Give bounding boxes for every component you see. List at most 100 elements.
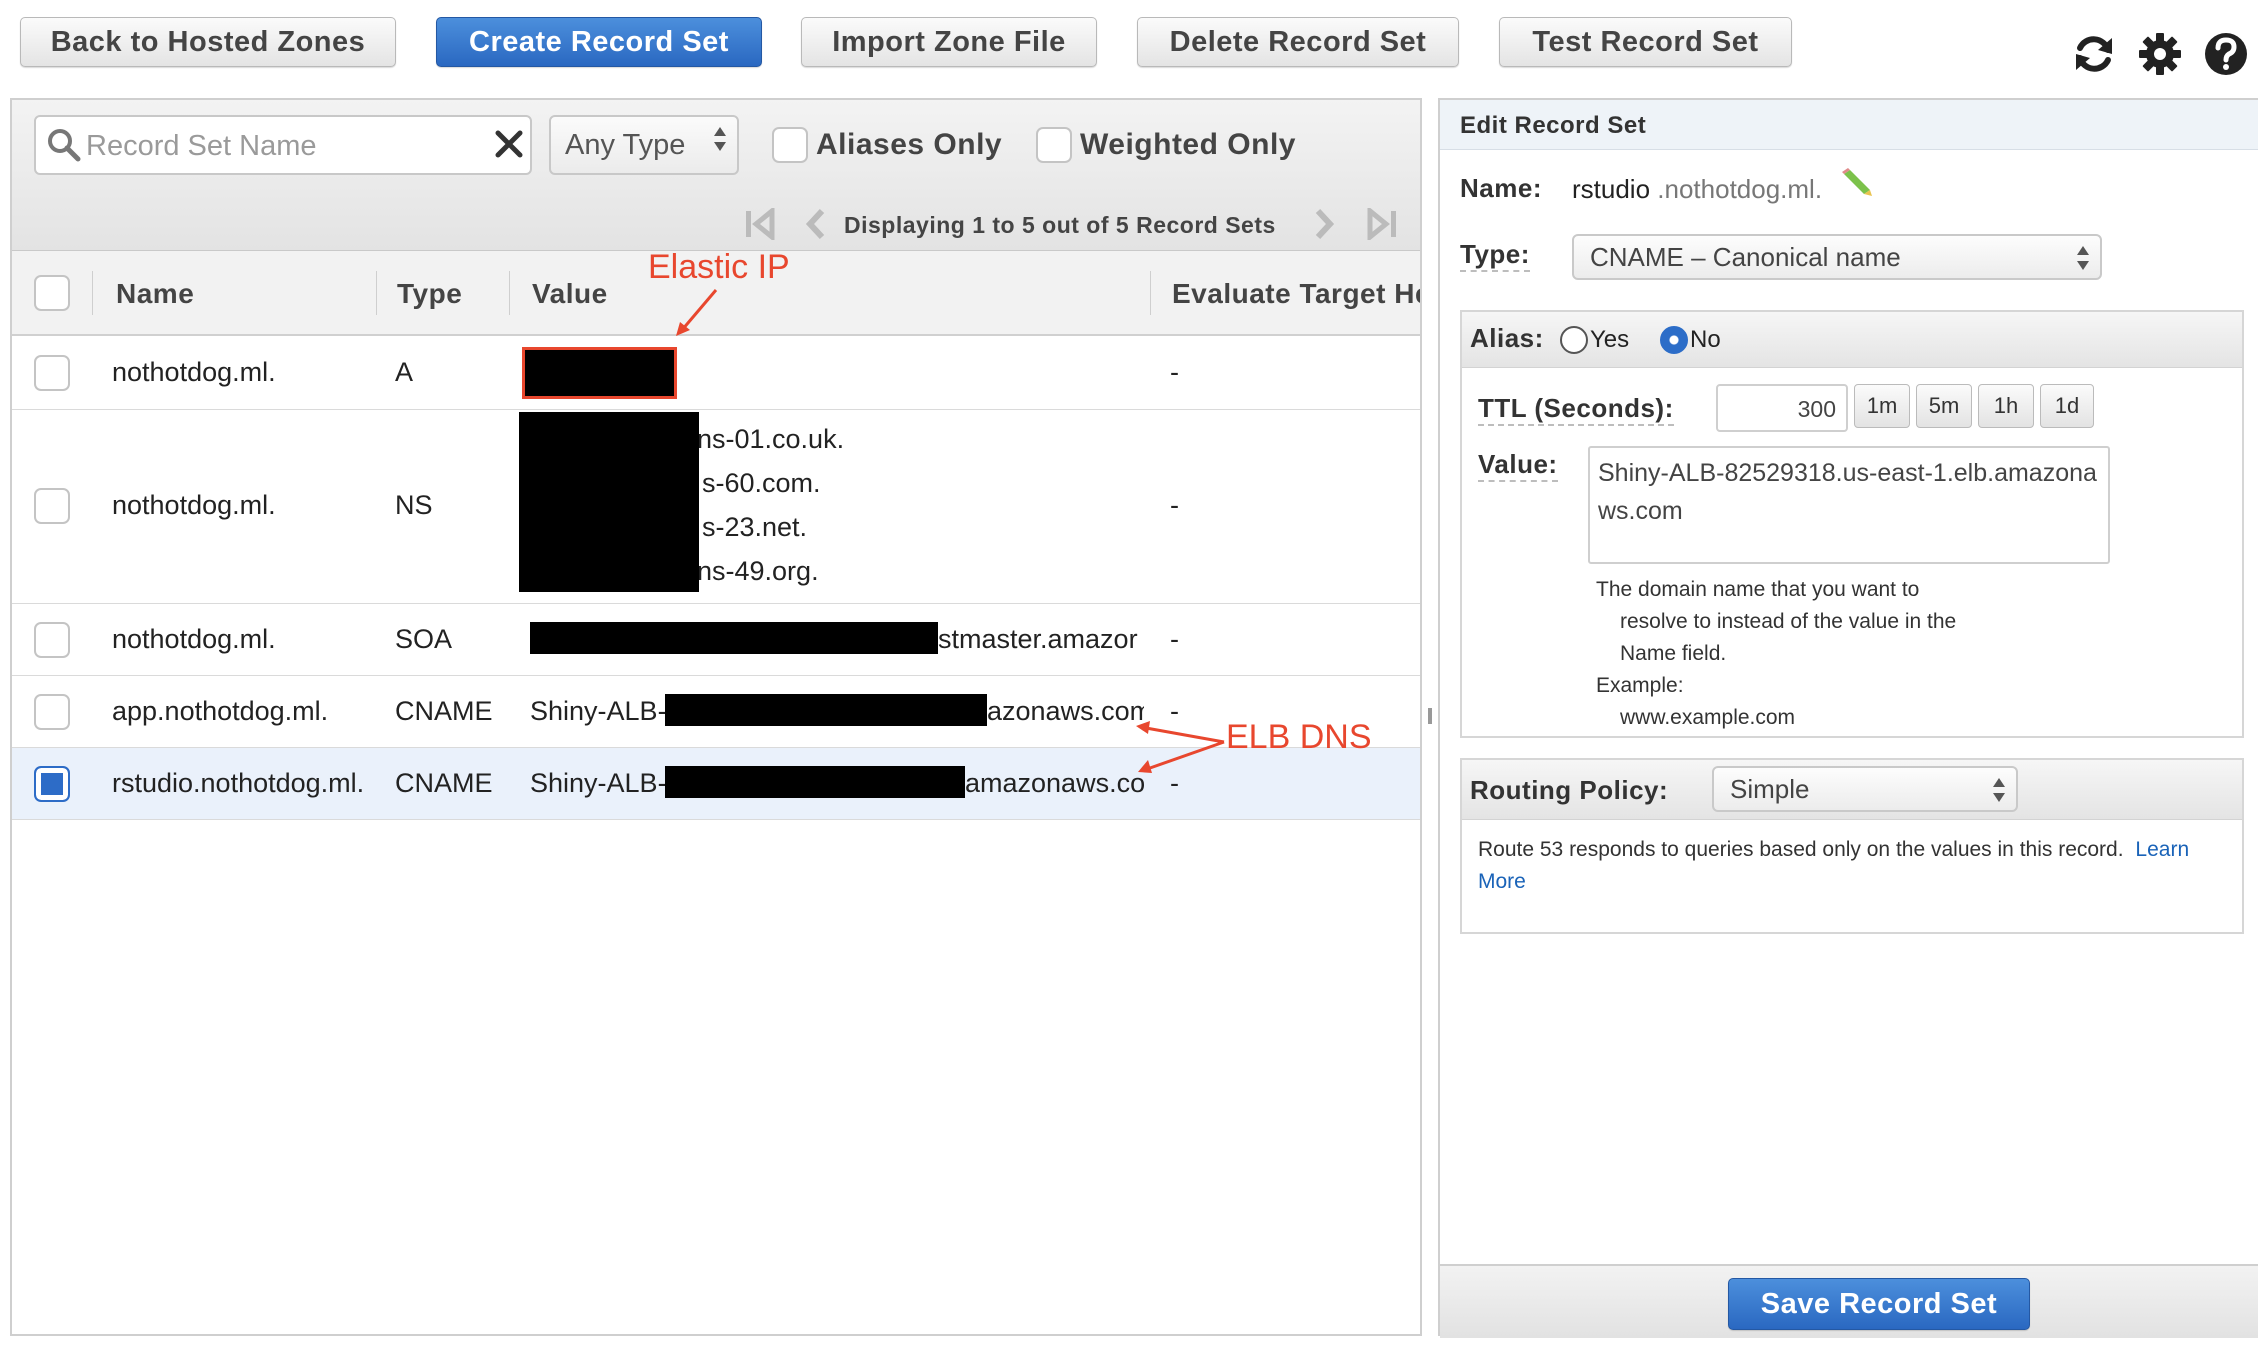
ttl-1h-button[interactable]: 1h — [1978, 384, 2034, 428]
routing-help-text: Route 53 responds to queries based only … — [1478, 838, 2124, 861]
type-select[interactable]: CNAME – Canonical name — [1572, 234, 2102, 280]
search-input[interactable] — [86, 127, 486, 165]
type-filter-value: Any Type — [565, 128, 686, 161]
value-help-line: The domain name that you want to — [1596, 578, 1920, 601]
column-divider — [376, 271, 377, 315]
row-type: NS — [395, 490, 433, 520]
row-type: CNAME — [395, 768, 493, 798]
gear-icon[interactable] — [2136, 30, 2184, 78]
value-textarea[interactable]: Shiny-ALB-82529318.us-east-1.elb.amazona… — [1588, 446, 2110, 564]
table-row[interactable]: nothotdog.ml. NS ns-01.co.uk. s-60.com. … — [12, 410, 1420, 604]
row-value-prefix: Shiny-ALB- — [530, 768, 667, 798]
row-name: nothotdog.ml. — [112, 490, 276, 520]
routing-policy-select[interactable]: Simple — [1712, 766, 2018, 812]
next-page-icon[interactable] — [1312, 208, 1336, 240]
name-label: Name: — [1460, 173, 1542, 203]
routing-help: Route 53 responds to queries based only … — [1478, 834, 2238, 898]
test-record-set-button[interactable]: Test Record Set — [1499, 17, 1792, 67]
row-name: nothotdog.ml. — [112, 357, 276, 387]
ns-value-4: ns-49.org. — [697, 556, 819, 586]
routing-policy-label: Routing Policy: — [1470, 775, 1669, 805]
row-type: SOA — [395, 624, 453, 654]
pager-text: Displaying 1 to 5 out of 5 Record Sets — [844, 212, 1276, 238]
import-zone-file-button[interactable]: Import Zone File — [801, 17, 1097, 67]
routing-policy-head: Routing Policy: Simple — [1462, 760, 2242, 820]
table-row[interactable]: nothotdog.ml. SOA stmaster.amazor - — [12, 604, 1420, 676]
ttl-input[interactable]: 300 — [1716, 384, 1848, 432]
column-divider — [509, 271, 510, 315]
name-value: rstudio .nothotdog.ml. — [1572, 174, 1822, 205]
ttl-1d-button[interactable]: 1d — [2040, 384, 2094, 428]
ttl-1m-button[interactable]: 1m — [1854, 384, 1910, 428]
alias-section-head: Alias: Yes No — [1462, 312, 2242, 368]
alias-yes-label: Yes — [1590, 326, 1630, 353]
column-evaluate-header[interactable]: Evaluate Target He — [1172, 278, 1420, 310]
prev-page-icon[interactable] — [804, 208, 828, 240]
row-checkbox[interactable] — [34, 488, 70, 524]
filter-bar: Any Type Aliases Only Weighted Only Disp… — [12, 100, 1420, 251]
search-icon — [48, 129, 81, 162]
weighted-only-label: Weighted Only — [1080, 128, 1296, 161]
weighted-only-checkbox[interactable] — [1036, 127, 1072, 163]
create-record-set-button[interactable]: Create Record Set — [436, 17, 762, 67]
redacted-value — [519, 412, 699, 592]
alias-label: Alias: — [1470, 323, 1544, 353]
alias-yes-radio[interactable] — [1560, 326, 1588, 354]
row-checkbox[interactable] — [34, 355, 70, 391]
value-label: Value: — [1478, 448, 1558, 482]
ttl-label: TTL (Seconds): — [1478, 392, 1674, 426]
aliases-only-checkbox[interactable] — [772, 127, 808, 163]
column-name-header[interactable]: Name — [116, 278, 194, 310]
type-filter-select[interactable]: Any Type — [549, 115, 739, 175]
row-value-suffix: amazonaws.com — [965, 768, 1144, 798]
type-label: Type: — [1460, 238, 1530, 272]
annotation-arrows-icon — [1136, 721, 1225, 773]
ttl-5m-button[interactable]: 5m — [1916, 384, 1972, 428]
row-name: rstudio.nothotdog.ml. — [112, 768, 365, 798]
column-type-header[interactable]: Type — [397, 278, 462, 310]
redacted-value — [665, 766, 965, 798]
clear-icon[interactable] — [494, 129, 524, 159]
type-select-value: CNAME – Canonical name — [1590, 241, 1901, 272]
row-checkbox[interactable] — [34, 622, 70, 658]
routing-policy-section: Routing Policy: Simple Route 53 responds… — [1460, 758, 2244, 934]
updown-icon — [714, 127, 726, 151]
row-evaluate: - — [1170, 490, 1179, 520]
redacted-value — [522, 347, 677, 399]
value-help-example-label: Example: — [1596, 674, 1684, 697]
pencil-icon[interactable] — [1840, 168, 1874, 198]
row-checkbox[interactable] — [34, 766, 70, 802]
record-sets-panel: Any Type Aliases Only Weighted Only Disp… — [10, 98, 1422, 1336]
annotation-arrow-icon — [676, 289, 718, 336]
last-page-icon[interactable] — [1364, 208, 1400, 240]
select-all-checkbox[interactable] — [34, 275, 70, 311]
refresh-icon[interactable] — [2070, 30, 2118, 78]
redacted-value — [665, 694, 987, 726]
ttl-buttons: 1m 5m 1h 1d — [1854, 384, 2094, 430]
table-row[interactable]: nothotdog.ml. A - — [12, 337, 1420, 410]
aliases-only-label: Aliases Only — [816, 128, 1003, 161]
alias-no-radio[interactable] — [1660, 326, 1688, 354]
row-value-prefix: Shiny-ALB- — [530, 696, 667, 726]
row-checkbox[interactable] — [34, 694, 70, 730]
name-value-domain: .nothotdog.ml. — [1657, 174, 1823, 204]
column-value-header[interactable]: Value — [532, 278, 608, 310]
updown-icon — [1993, 778, 2005, 802]
value-help-line: Name field. — [1620, 642, 1727, 665]
delete-record-set-button[interactable]: Delete Record Set — [1137, 17, 1459, 67]
column-divider — [1150, 271, 1151, 315]
back-to-hosted-zones-button[interactable]: Back to Hosted Zones — [20, 17, 396, 67]
edit-record-set-panel: Edit Record Set Name: rstudio .nothotdog… — [1438, 98, 2258, 1338]
panel-splitter[interactable] — [1428, 708, 1432, 724]
name-value-prefix: rstudio — [1572, 174, 1651, 204]
save-bar: Save Record Set — [1440, 1264, 2258, 1338]
updown-icon — [2077, 246, 2089, 270]
search-box[interactable] — [34, 115, 532, 175]
row-name: app.nothotdog.ml. — [112, 696, 329, 726]
save-record-set-button[interactable]: Save Record Set — [1728, 1278, 2030, 1330]
ns-value-3: s-23.net. — [702, 512, 808, 542]
value-help-example: www.example.com — [1620, 706, 1796, 729]
help-icon[interactable] — [2202, 30, 2250, 78]
first-page-icon[interactable] — [742, 208, 778, 240]
annotation-elb-dns: ELB DNS — [1226, 718, 1372, 756]
